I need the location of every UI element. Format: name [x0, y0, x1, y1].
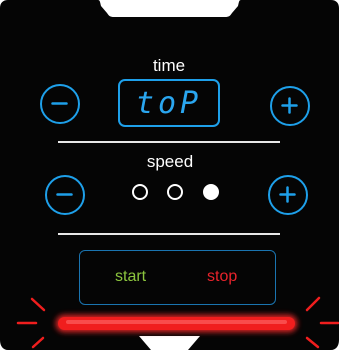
speed-decrease-button[interactable] — [45, 175, 85, 215]
time-display: toP — [118, 79, 220, 127]
speed-dot-2[interactable] — [167, 184, 183, 200]
speed-increase-button[interactable] — [268, 175, 308, 215]
speed-dot-3[interactable] — [203, 184, 219, 200]
time-increase-button[interactable] — [270, 86, 310, 126]
stop-button[interactable]: stop — [207, 268, 237, 286]
time-decrease-button[interactable] — [40, 84, 80, 124]
speed-label: speed — [146, 152, 194, 171]
section-divider — [58, 233, 280, 235]
minus-icon — [51, 102, 68, 105]
time-display-value: toP — [135, 85, 203, 121]
time-label: time — [152, 56, 186, 75]
minus-icon — [56, 193, 73, 196]
plus-icon — [279, 186, 296, 203]
section-divider — [58, 141, 280, 143]
start-button[interactable]: start — [115, 268, 146, 286]
start-stop-panel: start stop — [79, 250, 276, 305]
plus-icon — [281, 97, 298, 114]
speed-dot-1[interactable] — [132, 184, 148, 200]
